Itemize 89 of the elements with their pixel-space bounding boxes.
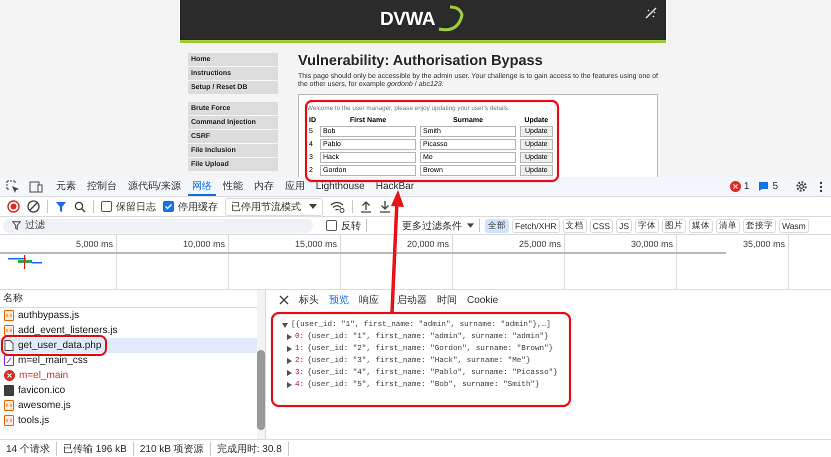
type-filter-chip[interactable]: 媒体: [688, 218, 713, 232]
status-item: 14 个请求: [0, 442, 57, 456]
tick-label: 35,000 ms: [677, 235, 789, 289]
checkbox[interactable]: 反转: [326, 218, 361, 232]
expand-toggle-icon[interactable]: [286, 370, 292, 376]
detail-tab[interactable]: 响应: [359, 293, 379, 307]
status-item: 已传输 196 kB: [56, 442, 134, 456]
stylesheet-icon: [4, 355, 14, 366]
detail-tab[interactable]: 预览: [329, 293, 349, 307]
document-icon: [4, 340, 14, 351]
status-item: 210 kB 项资源: [134, 442, 211, 456]
expand-toggle-icon[interactable]: [282, 322, 288, 328]
sparkle-icon: [644, 6, 658, 20]
upload-icon[interactable]: [360, 200, 372, 213]
inspect-icon[interactable]: [6, 180, 20, 194]
search-icon[interactable]: [74, 200, 86, 212]
detail-tab[interactable]: 标头: [299, 293, 319, 307]
checkmark-icon: [164, 202, 173, 211]
devtools-tab[interactable]: 应用: [280, 177, 309, 196]
type-filter-chip[interactable]: 套接字: [742, 218, 776, 232]
detail-tab[interactable]: 启动器: [397, 293, 427, 307]
filter-icon: [12, 221, 21, 230]
more-filters-dropdown[interactable]: 更多过滤条件: [402, 218, 474, 232]
settings-icon[interactable]: [795, 180, 808, 193]
checkbox[interactable]: 停用缓存: [163, 200, 218, 214]
network-conditions-icon[interactable]: [330, 200, 345, 212]
expand-toggle-icon[interactable]: [286, 358, 292, 364]
clear-icon[interactable]: [27, 200, 40, 213]
name-column-header: 名称: [0, 290, 257, 308]
status-item: 完成用时: 30.8: [210, 442, 289, 456]
type-filter-chip[interactable]: 全部: [485, 218, 509, 232]
filter-field[interactable]: 过滤: [3, 218, 313, 232]
request-row[interactable]: awesome.js: [0, 398, 257, 413]
error-icon: [4, 370, 15, 381]
type-filter-chip[interactable]: JS: [616, 218, 632, 232]
filter-icon[interactable]: [55, 200, 67, 212]
tick-label: 25,000 ms: [453, 235, 565, 289]
request-row[interactable]: add_event_listeners.js: [0, 323, 257, 338]
type-filter-chip[interactable]: 字体: [634, 218, 659, 232]
script-file-icon: [4, 415, 14, 426]
type-filter-chip[interactable]: CSS: [590, 218, 614, 232]
tick-label: 30,000 ms: [565, 235, 677, 289]
script-file-icon: [4, 325, 14, 336]
message-icon[interactable]: [758, 181, 770, 192]
caret-icon: [467, 223, 474, 228]
throttling-dropdown[interactable]: 已停用节流模式: [225, 198, 323, 216]
request-row[interactable]: m=el_main_css: [0, 353, 257, 368]
script-file-icon: [4, 400, 14, 411]
devtools-tab[interactable]: HackBar: [372, 177, 418, 196]
type-filter-chip[interactable]: Fetch/XHR: [512, 218, 560, 232]
detail-tab[interactable]: 时间: [437, 293, 457, 307]
download-icon[interactable]: [379, 200, 391, 213]
request-row[interactable]: get_user_data.php: [0, 338, 257, 353]
page-heading: Vulnerability: Authorisation Bypass: [298, 53, 544, 69]
device-toolbar-icon[interactable]: [29, 180, 43, 194]
type-filter-chip[interactable]: Wasm: [778, 218, 809, 232]
detail-tab[interactable]: Cookie: [467, 294, 498, 306]
tick-label: 15,000 ms: [229, 235, 341, 289]
request-row[interactable]: m=el_main: [0, 368, 257, 383]
tick-label: 20,000 ms: [341, 235, 453, 289]
expand-toggle-icon[interactable]: [286, 346, 292, 352]
checkbox[interactable]: 保留日志: [101, 200, 156, 214]
error-count: 1: [744, 181, 750, 192]
devtools-tab[interactable]: Lighthouse: [312, 177, 369, 196]
expand-toggle-icon[interactable]: [286, 382, 292, 388]
image-file-icon: [4, 385, 14, 396]
close-icon[interactable]: [279, 295, 289, 305]
devtools-tab[interactable]: 源代码/来源: [124, 177, 185, 196]
devtools-tab[interactable]: 性能: [218, 177, 247, 196]
type-filter-chip[interactable]: 文档: [562, 218, 587, 232]
devtools-tab[interactable]: 网络: [188, 177, 216, 196]
tick-label: 10,000 ms: [117, 235, 229, 289]
record-icon[interactable]: [7, 200, 20, 213]
message-count: 5: [772, 181, 778, 192]
devtools-tab[interactable]: 元素: [52, 177, 80, 196]
devtools-tab[interactable]: 内存: [250, 177, 278, 196]
devtools-tab[interactable]: 控制台: [83, 177, 121, 196]
error-icon[interactable]: [730, 181, 741, 192]
script-file-icon: [4, 310, 14, 321]
caret-icon: [309, 204, 317, 209]
logo: DVWA: [380, 9, 435, 31]
scrollbar[interactable]: [257, 290, 265, 439]
request-row[interactable]: tools.js: [0, 413, 257, 428]
request-row[interactable]: favicon.ico: [0, 383, 257, 398]
type-filter-chip[interactable]: 清单: [716, 218, 740, 232]
request-row[interactable]: authbypass.js: [0, 308, 257, 323]
type-filter-chip[interactable]: 图片: [662, 218, 686, 232]
expand-toggle-icon[interactable]: [286, 334, 292, 340]
more-options-icon[interactable]: [819, 180, 823, 192]
